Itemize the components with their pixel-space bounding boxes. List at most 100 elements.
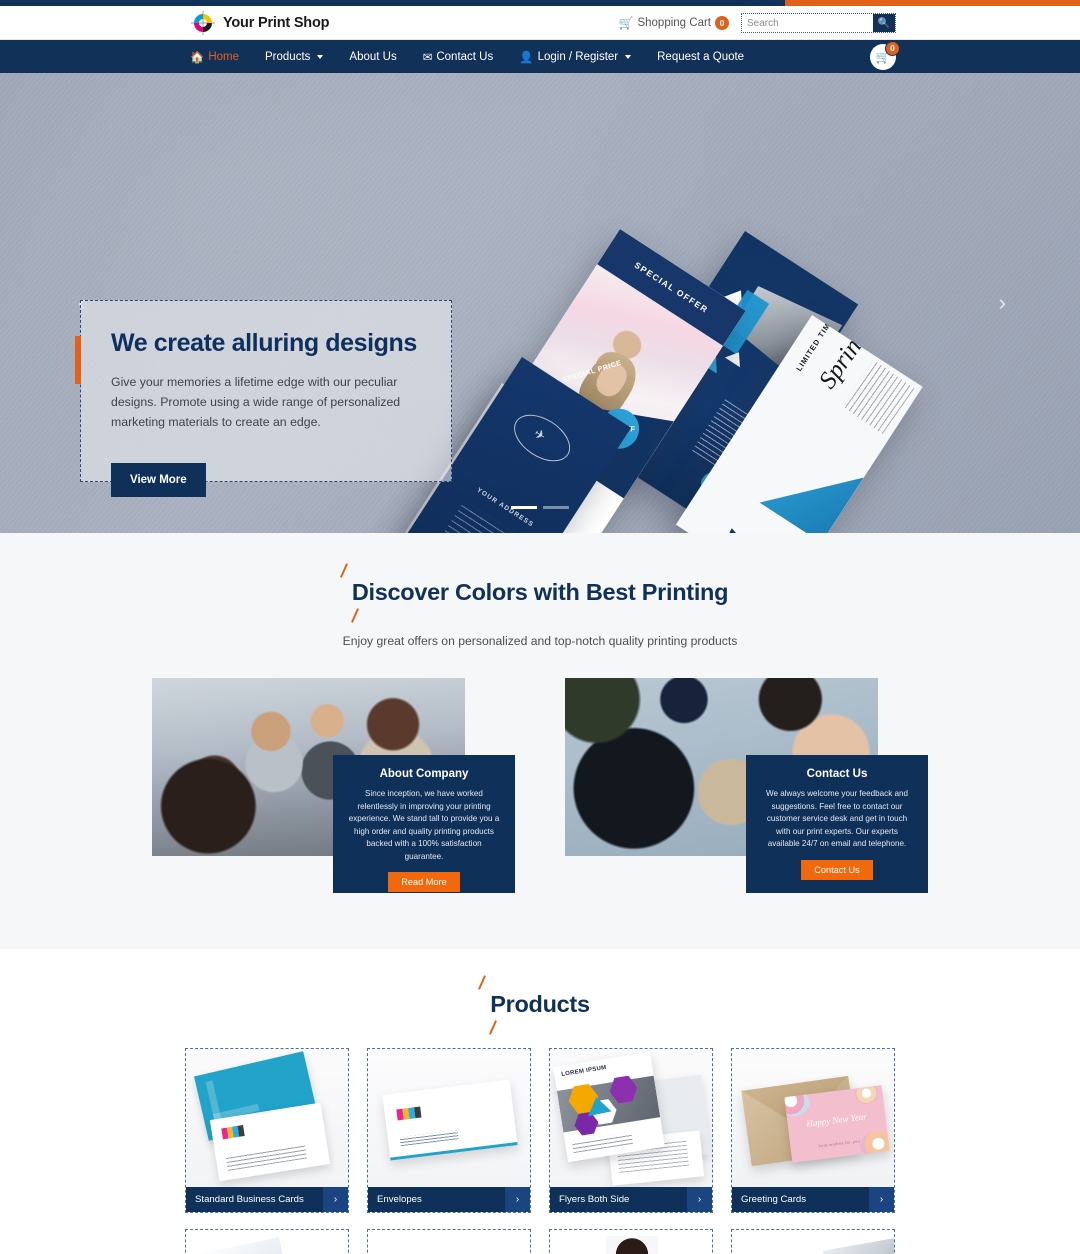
carousel-indicator-1[interactable] [511,506,537,509]
product-card-standard-business-cards[interactable]: Standard Business Cards › [185,1048,349,1213]
contact-us-overlay: Contact Us We always welcome your feedba… [746,755,928,893]
shopping-cart-count: 0 [715,16,729,30]
user-icon: 👤 [519,51,534,64]
chevron-right-icon[interactable]: › [505,1187,530,1212]
hero-text-card: We create alluring designs Give your mem… [75,300,452,497]
chevron-right-icon[interactable]: › [869,1187,894,1212]
chevron-right-icon[interactable]: › [687,1187,712,1212]
product-row2-person-photo [606,1236,658,1254]
search-button[interactable]: 🔍 [873,14,895,32]
products-section: Products Standard Business Cards › Envel… [0,949,1080,1254]
greeting-card-image: Happy New Year best wishes for you [732,1049,894,1187]
nav-cart-count: 0 [885,40,900,56]
hero-view-more-button[interactable]: View More [111,463,206,497]
header-actions: 🛒 Shopping Cart 0 🔍 [619,6,896,40]
contact-us-card: Contact Us We always welcome your feedba… [565,678,928,893]
search-input[interactable] [742,14,873,32]
slash-decoration-bottom [350,608,359,623]
about-company-card: About Company Since inception, we have w… [152,678,515,893]
about-company-title: About Company [379,768,469,780]
discover-heading-wrap: Discover Colors with Best Printing [0,563,1080,623]
discover-cards-row: About Company Since inception, we have w… [0,678,1080,893]
flower-decoration-3 [853,1085,880,1106]
products-grid: Standard Business Cards › Envelopes › LO… [176,1048,904,1213]
nav-item-label: About Us [349,50,397,63]
nav-item-label: Products [265,50,311,63]
nav-item-home[interactable]: 🏠 Home [190,50,252,64]
product-card-envelopes[interactable]: Envelopes › [367,1048,531,1213]
hero-carousel: Aliqu ✈ SPECIAL OFFER ALL ITEM SPECIAL P… [0,73,1080,533]
discover-title: Discover Colors with Best Printing [339,563,729,623]
brochure-triangle-light [724,347,747,368]
carousel-indicator-2[interactable] [543,506,569,509]
discover-subtitle: Enjoy great offers on personalized and t… [342,634,738,648]
nav-item-products[interactable]: Products [252,51,336,63]
chevron-right-icon[interactable]: › [323,1187,348,1212]
card-logo-icon [396,1106,422,1121]
product-card-row2-1[interactable] [185,1229,349,1254]
slash-decoration-top [478,975,487,990]
product-label: Flyers Both Side [559,1194,630,1205]
envelope-image [368,1049,530,1187]
envelope-artwork [368,1049,530,1187]
read-more-button[interactable]: Read More [388,872,460,893]
card-text-lines [225,1144,308,1171]
flyers-image: LOREM IPSUM [550,1049,712,1187]
nav-item-label: Request a Quote [657,50,745,63]
nav-item-login-register[interactable]: 👤 Login / Register [506,50,644,64]
nav-item-label: Contact Us [436,50,494,63]
slash-decoration-top [339,563,348,578]
hero-description: Give your memories a lifetime edge with … [111,374,401,429]
product-label: Standard Business Cards [195,1194,304,1205]
hero-brochure-artwork: Aliqu ✈ SPECIAL OFFER ALL ITEM SPECIAL P… [365,223,960,533]
business-cards-image [186,1049,348,1187]
envelope-icon: ✉ [422,51,433,64]
envelope-shape [382,1079,518,1161]
product-label-bar: Flyers Both Side › [550,1187,712,1212]
chevron-down-icon [625,54,632,59]
product-label-bar: Greeting Cards › [732,1187,894,1212]
shopping-cart-icon: 🛒 [618,16,634,30]
products-title: Products [478,975,590,1035]
greeting-card-artwork: Happy New Year best wishes for you [732,1049,894,1187]
search-box: 🔍 [741,13,896,33]
hero-title: We create alluring designs [111,329,417,357]
carousel-indicators [511,506,569,509]
product-label-bar: Standard Business Cards › [186,1187,348,1212]
product-label-bar: Envelopes › [368,1187,530,1212]
product-card-flyers-both-side[interactable]: LOREM IPSUM Flyers Both Side › [549,1048,713,1213]
nav-item-label: Login / Register [537,50,619,63]
discover-title-text: Discover Colors with Best Printing [351,579,729,605]
product-row2-artwork [190,1237,288,1254]
product-label: Greeting Cards [741,1194,807,1205]
about-company-text: Since inception, we have worked relentle… [348,789,500,861]
contact-us-text: We always welcome your feedback and sugg… [765,789,908,849]
flyer-text-lines [571,1131,634,1154]
flyers-artwork: LOREM IPSUM [550,1049,712,1187]
brand-logo[interactable]: Your Print Shop [190,10,329,36]
product-label: Envelopes [377,1194,422,1205]
shopping-cart-link[interactable]: 🛒 Shopping Cart 0 [619,16,729,30]
product-card-row2-3[interactable] [549,1229,713,1254]
nav-item-about-us[interactable]: About Us [336,51,409,63]
about-company-overlay: About Company Since inception, we have w… [333,755,515,893]
nav-item-label: Home [208,50,240,63]
product-card-greeting-cards[interactable]: Happy New Year best wishes for you Greet… [731,1048,895,1213]
shopping-cart-label: Shopping Cart [637,17,711,29]
product-row2-artwork-2 [823,1237,894,1254]
carousel-next-button[interactable]: › [999,292,1006,314]
products-heading-wrap: Products [0,975,1080,1035]
discover-section: Discover Colors with Best Printing Enjoy… [0,533,1080,949]
nav-item-request-a-quote[interactable]: Request a Quote [644,51,757,63]
nav-item-list: 🏠 Home Products About Us ✉ Contact Us 👤 … [190,50,757,64]
cmyk-color-wheel-icon [190,10,216,36]
products-title-text: Products [490,991,590,1017]
nav-item-contact-us[interactable]: ✉ Contact Us [410,50,507,64]
product-card-row2-4[interactable] [731,1229,895,1254]
nav-cart-button[interactable]: 🛒 0 [870,40,900,70]
contact-us-button[interactable]: Contact Us [801,859,873,880]
brand-name: Your Print Shop [223,14,330,31]
slash-decoration-bottom [489,1020,498,1035]
product-card-row2-2[interactable] [367,1229,531,1254]
flower-decoration-2 [858,1129,890,1162]
